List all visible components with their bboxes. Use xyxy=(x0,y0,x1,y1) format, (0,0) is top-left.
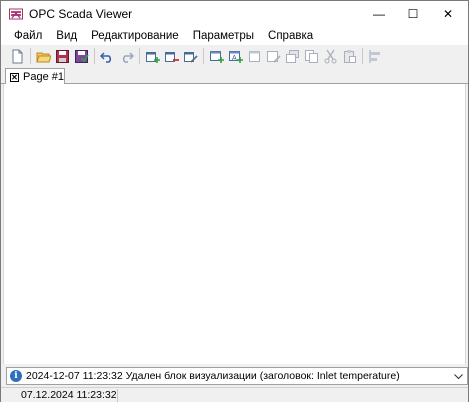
menu-settings[interactable]: Параметры xyxy=(186,27,261,45)
menu-edit[interactable]: Редактирование xyxy=(84,27,186,45)
redo-icon xyxy=(122,51,134,63)
block-icon xyxy=(249,50,260,62)
delete-page-button[interactable] xyxy=(163,48,180,65)
close-button[interactable]: ✕ xyxy=(431,1,465,27)
maximize-icon: ☐ xyxy=(407,7,419,21)
save-all-icon xyxy=(75,49,89,63)
message-log-combo[interactable]: i 2024-12-07 11:23:32 Удален блок визуал… xyxy=(6,367,468,385)
menu-file[interactable]: Файл xyxy=(7,27,49,45)
edit-page-button[interactable] xyxy=(182,48,199,65)
paste-button[interactable] xyxy=(341,48,358,65)
tab-label: Page #1 xyxy=(23,71,64,83)
title-bar[interactable]: OPC Scada Viewer — ☐ ✕ xyxy=(1,1,468,27)
undo-icon xyxy=(100,51,112,63)
status-datetime: 07.12.2024 11:23:32 xyxy=(4,389,118,402)
cut-button[interactable] xyxy=(322,48,339,65)
align-icon xyxy=(369,49,380,63)
save-icon xyxy=(56,49,69,63)
minimize-button[interactable]: — xyxy=(362,1,396,27)
save-all-button[interactable] xyxy=(73,48,90,65)
toolbar-separator xyxy=(94,48,95,64)
page-tab-strip: ✕ Page #1 xyxy=(1,67,468,85)
toolbar: A xyxy=(1,45,468,67)
cut-icon xyxy=(324,49,337,63)
info-icon: i xyxy=(10,370,22,382)
open-folder-icon xyxy=(36,52,51,62)
save-button[interactable] xyxy=(54,48,71,65)
undo-button[interactable] xyxy=(99,48,116,65)
edit-block-icon xyxy=(267,50,281,63)
app-logo-icon xyxy=(9,8,23,20)
add-page-button[interactable] xyxy=(144,48,161,65)
add-block-icon xyxy=(210,50,224,63)
copy-button[interactable] xyxy=(303,48,320,65)
redo-button[interactable] xyxy=(118,48,135,65)
add-block-button[interactable] xyxy=(208,48,225,65)
add-text-block-icon: A xyxy=(229,50,243,63)
paste-icon xyxy=(344,49,356,63)
menu-help[interactable]: Справка xyxy=(261,27,320,45)
menu-bar: Файл Вид Редактирование Параметры Справк… xyxy=(1,27,468,45)
tab-page-1[interactable]: ✕ Page #1 xyxy=(5,68,65,85)
add-page-icon xyxy=(146,51,160,63)
toolbar-separator xyxy=(139,48,140,64)
bring-front-button[interactable] xyxy=(284,48,301,65)
bring-front-icon xyxy=(286,49,299,63)
main-window: OPC Scada Viewer — ☐ ✕ Файл Вид Редактир… xyxy=(0,0,469,402)
toolbar-separator xyxy=(203,48,204,64)
chevron-down-icon[interactable] xyxy=(452,369,464,384)
tab-close-icon[interactable]: ✕ xyxy=(10,72,19,82)
window-title: OPC Scada Viewer xyxy=(29,7,133,21)
toolbar-separator xyxy=(362,48,363,64)
copy-icon xyxy=(305,49,318,63)
status-bar: 07.12.2024 11:23:32 xyxy=(1,387,468,402)
maximize-button[interactable]: ☐ xyxy=(396,1,430,27)
block-button[interactable] xyxy=(246,48,263,65)
minimize-icon: — xyxy=(373,7,385,21)
open-button[interactable] xyxy=(35,48,52,65)
edit-block-button[interactable] xyxy=(265,48,282,65)
toolbar-separator xyxy=(30,48,31,64)
message-text: 2024-12-07 11:23:32 Удален блок визуализ… xyxy=(26,370,400,382)
delete-page-icon xyxy=(165,51,179,62)
add-text-block-button[interactable]: A xyxy=(227,48,244,65)
edit-page-icon xyxy=(184,51,198,63)
menu-view[interactable]: Вид xyxy=(49,27,84,45)
new-document-icon xyxy=(12,49,23,63)
svg-text:A: A xyxy=(232,55,237,62)
close-icon: ✕ xyxy=(442,7,454,21)
align-button[interactable] xyxy=(367,48,384,65)
new-document-button[interactable] xyxy=(9,48,26,65)
page-canvas[interactable] xyxy=(3,84,466,364)
